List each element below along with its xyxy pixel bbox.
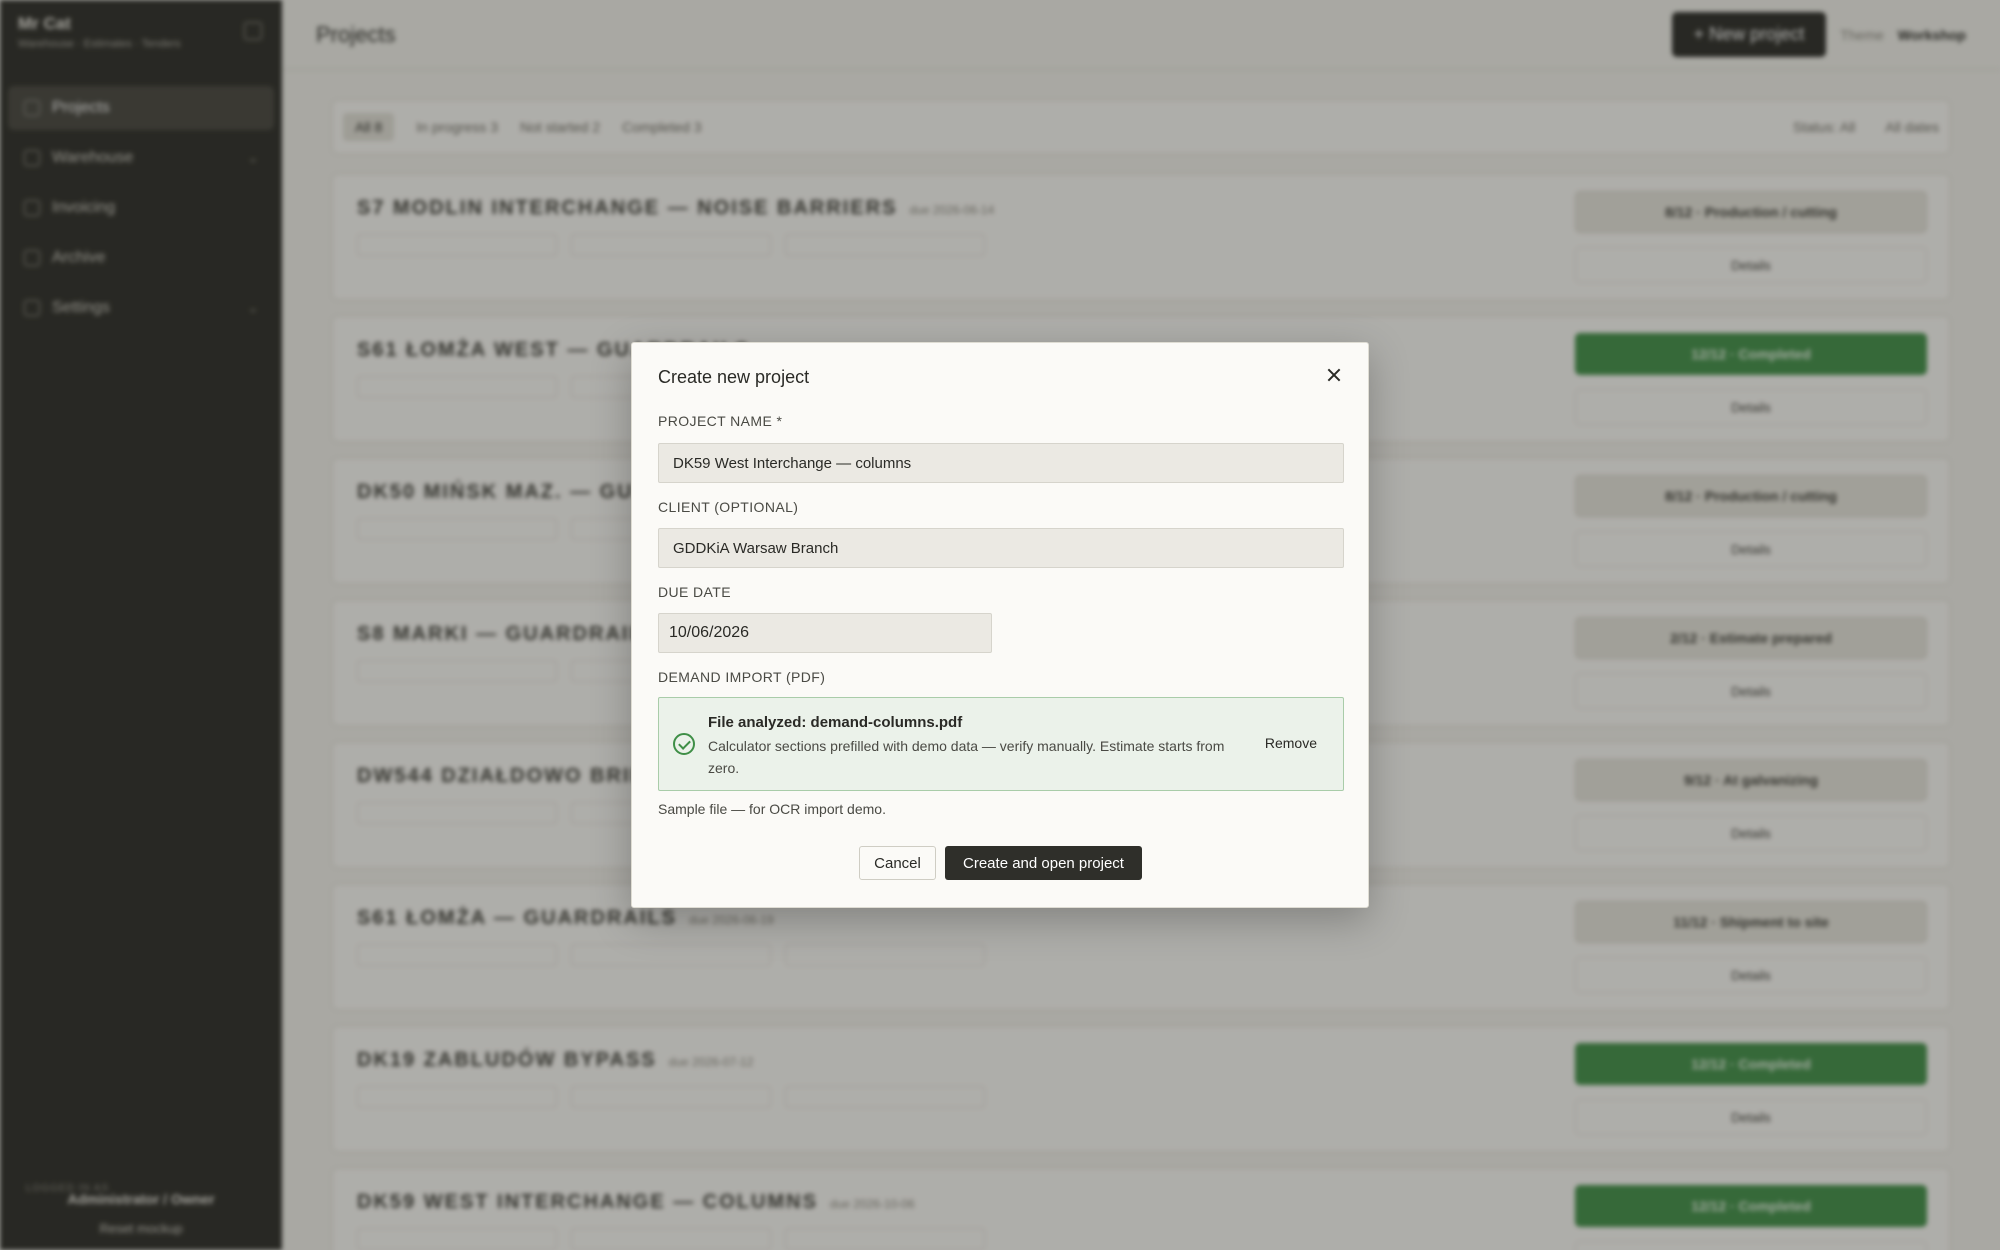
close-icon[interactable]: [1324, 365, 1344, 385]
dialog-title: Create new project: [658, 367, 810, 387]
create-project-button[interactable]: Create and open project: [945, 846, 1142, 880]
check-circle-icon: [673, 733, 695, 755]
due-date-input[interactable]: [658, 613, 992, 653]
file-analyzed-title: File analyzed: demand-columns.pdf: [708, 714, 963, 731]
client-input[interactable]: [658, 528, 1344, 568]
client-label: CLIENT (OPTIONAL): [658, 499, 799, 515]
file-analyzed-description: Calculator sections prefilled with demo …: [708, 738, 1225, 776]
file-upload-result: File analyzed: demand-columns.pdf Calcul…: [658, 697, 1344, 791]
demand-import-label: DEMAND IMPORT (PDF): [658, 669, 826, 685]
project-name-input[interactable]: [658, 443, 1344, 483]
due-date-label: DUE DATE: [658, 584, 731, 600]
remove-file-button[interactable]: Remove: [1265, 735, 1317, 751]
cancel-button[interactable]: Cancel: [859, 846, 936, 880]
project-name-label: PROJECT NAME *: [658, 413, 783, 429]
sample-file-hint: Sample file — for OCR import demo.: [658, 801, 886, 817]
create-project-dialog: Create new project PROJECT NAME * CLIENT…: [631, 342, 1369, 908]
